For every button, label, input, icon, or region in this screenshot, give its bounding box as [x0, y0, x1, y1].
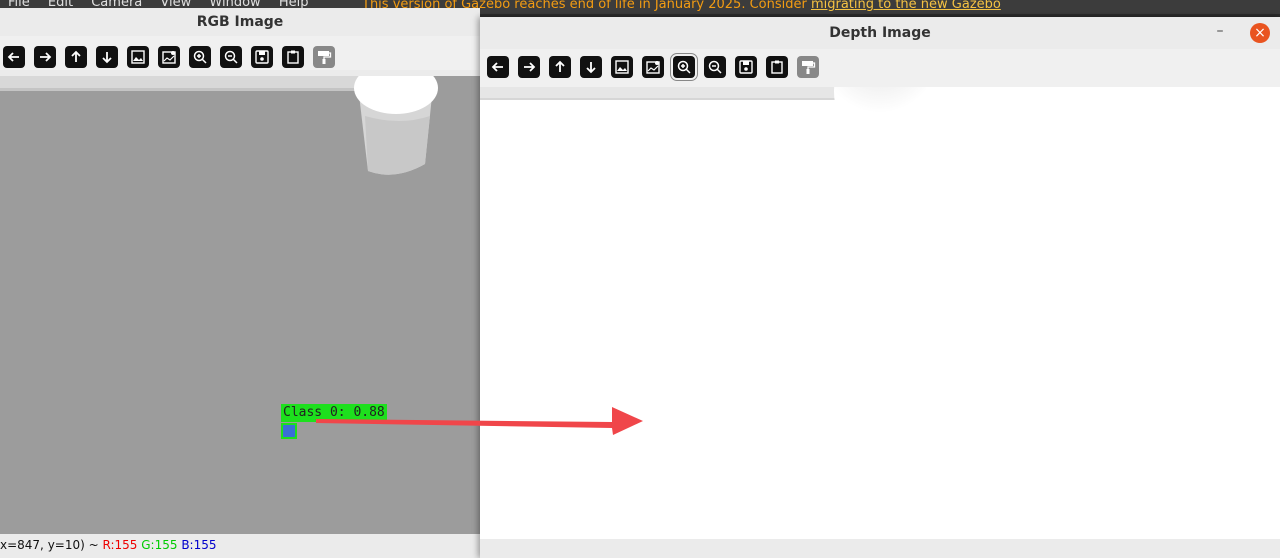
depth-image-view[interactable]	[480, 87, 1280, 539]
arrow-up-icon	[68, 49, 84, 65]
depth-image-window: Depth Image – ×	[480, 17, 1280, 558]
image-icon	[130, 49, 146, 65]
clipboard-button[interactable]	[766, 56, 788, 78]
save-icon	[738, 59, 754, 75]
zoom-out-icon	[707, 59, 723, 75]
rgb-image-view[interactable]: Class 0: 0.88	[0, 76, 480, 534]
zoom-in-button[interactable]	[189, 46, 211, 68]
clipboard-icon	[769, 59, 785, 75]
clipboard-icon	[285, 49, 301, 65]
depth-scene	[480, 87, 926, 144]
arrow-right-icon	[521, 59, 537, 75]
arrow-down-button[interactable]	[96, 46, 118, 68]
close-button[interactable]: ×	[1250, 23, 1270, 43]
zoom-out-button[interactable]	[220, 46, 242, 68]
status-blue: B:155	[181, 538, 217, 552]
zoom-in-button[interactable]	[670, 53, 698, 81]
clipboard-button[interactable]	[282, 46, 304, 68]
depth-toolbar	[480, 49, 1280, 87]
image-settings-button[interactable]	[642, 56, 664, 78]
depth-window-title: Depth Image	[829, 25, 931, 41]
paint-roller-icon	[800, 59, 816, 75]
rgb-toolbar	[0, 36, 480, 70]
arrow-left-icon	[6, 49, 22, 65]
zoom-in-icon	[192, 49, 208, 65]
paint-roller-button[interactable]	[797, 56, 819, 78]
arrow-down-icon	[99, 49, 115, 65]
save-button[interactable]	[251, 46, 273, 68]
arrow-up-icon	[552, 59, 568, 75]
minimize-button[interactable]: –	[1210, 23, 1230, 43]
arrow-right-button[interactable]	[518, 56, 540, 78]
save-icon	[254, 49, 270, 65]
depth-cylinder	[834, 87, 926, 144]
image-button[interactable]	[611, 56, 633, 78]
migrate-link[interactable]: migrating to the new Gazebo	[811, 0, 1001, 12]
detection-label: Class 0: 0.88	[281, 404, 387, 422]
image-button[interactable]	[127, 46, 149, 68]
rgb-scene	[0, 76, 438, 175]
arrow-up-button[interactable]	[65, 46, 87, 68]
image-settings-icon	[161, 49, 177, 65]
zoom-in-icon	[676, 59, 692, 75]
paint-roller-icon	[316, 49, 332, 65]
paint-roller-button[interactable]	[313, 46, 335, 68]
depth-status-bar	[480, 539, 1280, 558]
depth-titlebar[interactable]: Depth Image – ×	[480, 17, 1280, 49]
arrow-left-button[interactable]	[3, 46, 25, 68]
status-green: G:155	[141, 538, 178, 552]
rgb-status-bar: x=847, y=10) ~ R:155 G:155 B:155	[0, 534, 480, 556]
rgb-titlebar[interactable]: RGB Image	[0, 8, 480, 36]
arrow-right-icon	[37, 49, 53, 65]
arrow-right-button[interactable]	[34, 46, 56, 68]
arrow-down-button[interactable]	[580, 56, 602, 78]
arrow-down-icon	[583, 59, 599, 75]
zoom-out-button[interactable]	[704, 56, 726, 78]
rgb-window-title: RGB Image	[196, 14, 284, 30]
image-settings-icon	[645, 59, 661, 75]
image-icon	[614, 59, 630, 75]
detection-box	[281, 423, 297, 439]
arrow-left-icon	[490, 59, 506, 75]
status-coords: x=847, y=10) ~	[0, 538, 99, 552]
rgb-image-window: RGB Image Class 0: 0.88 x=847, y=10) ~ R…	[0, 8, 480, 558]
status-red: R:155	[102, 538, 138, 552]
cylinder-shade	[365, 116, 430, 175]
arrow-up-button[interactable]	[549, 56, 571, 78]
image-settings-button[interactable]	[158, 46, 180, 68]
save-button[interactable]	[735, 56, 757, 78]
arrow-left-button[interactable]	[487, 56, 509, 78]
zoom-out-icon	[223, 49, 239, 65]
